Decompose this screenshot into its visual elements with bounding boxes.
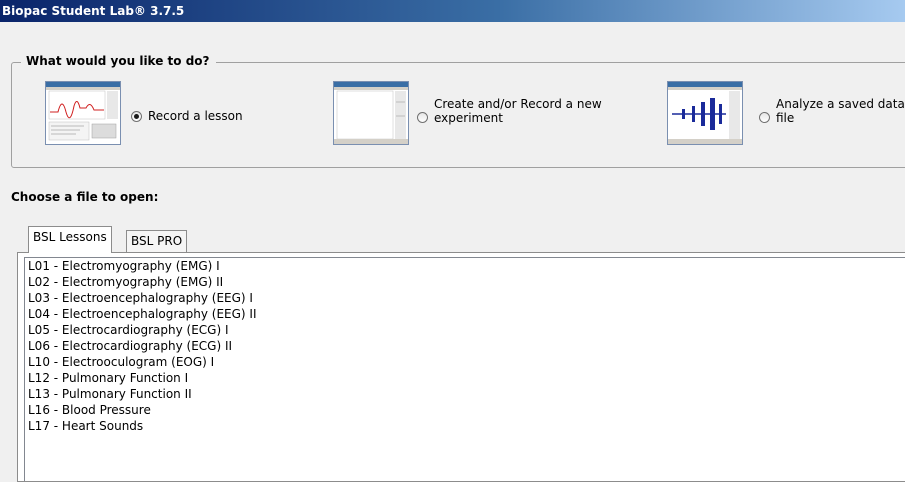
tab-bsl-lessons[interactable]: BSL Lessons — [28, 226, 112, 253]
list-item[interactable]: L03 - Electroencephalography (EEG) I — [25, 290, 905, 306]
create-experiment-radio[interactable] — [417, 112, 428, 123]
blank-experiment-thumbnail[interactable] — [333, 81, 409, 145]
analyze-data-label[interactable]: Analyze a saved data file — [776, 97, 905, 125]
record-lesson-label[interactable]: Record a lesson — [148, 109, 243, 123]
record-lesson-option[interactable]: Record a lesson — [131, 109, 243, 123]
record-lesson-radio[interactable] — [131, 110, 142, 122]
list-item[interactable]: L13 - Pulmonary Function II — [25, 386, 905, 402]
tab-bsl-pro[interactable]: BSL PRO — [126, 230, 188, 252]
lesson-listbox[interactable]: L01 - Electromyography (EMG) I L02 - Ele… — [24, 257, 905, 481]
list-item[interactable]: L06 - Electrocardiography (ECG) II — [25, 338, 905, 354]
choose-file-heading: Choose a file to open: — [11, 190, 159, 204]
list-item[interactable]: L05 - Electrocardiography (ECG) I — [25, 322, 905, 338]
lessons-tab-panel: L01 - Electromyography (EMG) I L02 - Ele… — [17, 252, 905, 482]
list-item[interactable]: L16 - Blood Pressure — [25, 402, 905, 418]
list-item[interactable]: L17 - Heart Sounds — [25, 418, 905, 434]
create-experiment-option[interactable]: Create and/or Record a new experiment — [417, 97, 644, 125]
list-item[interactable]: L04 - Electroencephalography (EEG) II — [25, 306, 905, 322]
create-experiment-label[interactable]: Create and/or Record a new experiment — [434, 97, 644, 125]
saved-data-thumbnail[interactable] — [667, 81, 743, 145]
list-item[interactable]: L12 - Pulmonary Function I — [25, 370, 905, 386]
list-item[interactable]: L10 - Electrooculogram (EOG) I — [25, 354, 905, 370]
window-title: Biopac Student Lab® 3.7.5 — [0, 0, 905, 22]
analyze-data-radio[interactable] — [759, 112, 770, 123]
analyze-data-option[interactable]: Analyze a saved data file — [759, 97, 905, 125]
list-item[interactable]: L01 - Electromyography (EMG) I — [25, 258, 905, 274]
action-group-legend: What would you like to do? — [21, 53, 216, 69]
list-item[interactable]: L02 - Electromyography (EMG) II — [25, 274, 905, 290]
lesson-waveform-thumbnail[interactable] — [45, 81, 121, 145]
